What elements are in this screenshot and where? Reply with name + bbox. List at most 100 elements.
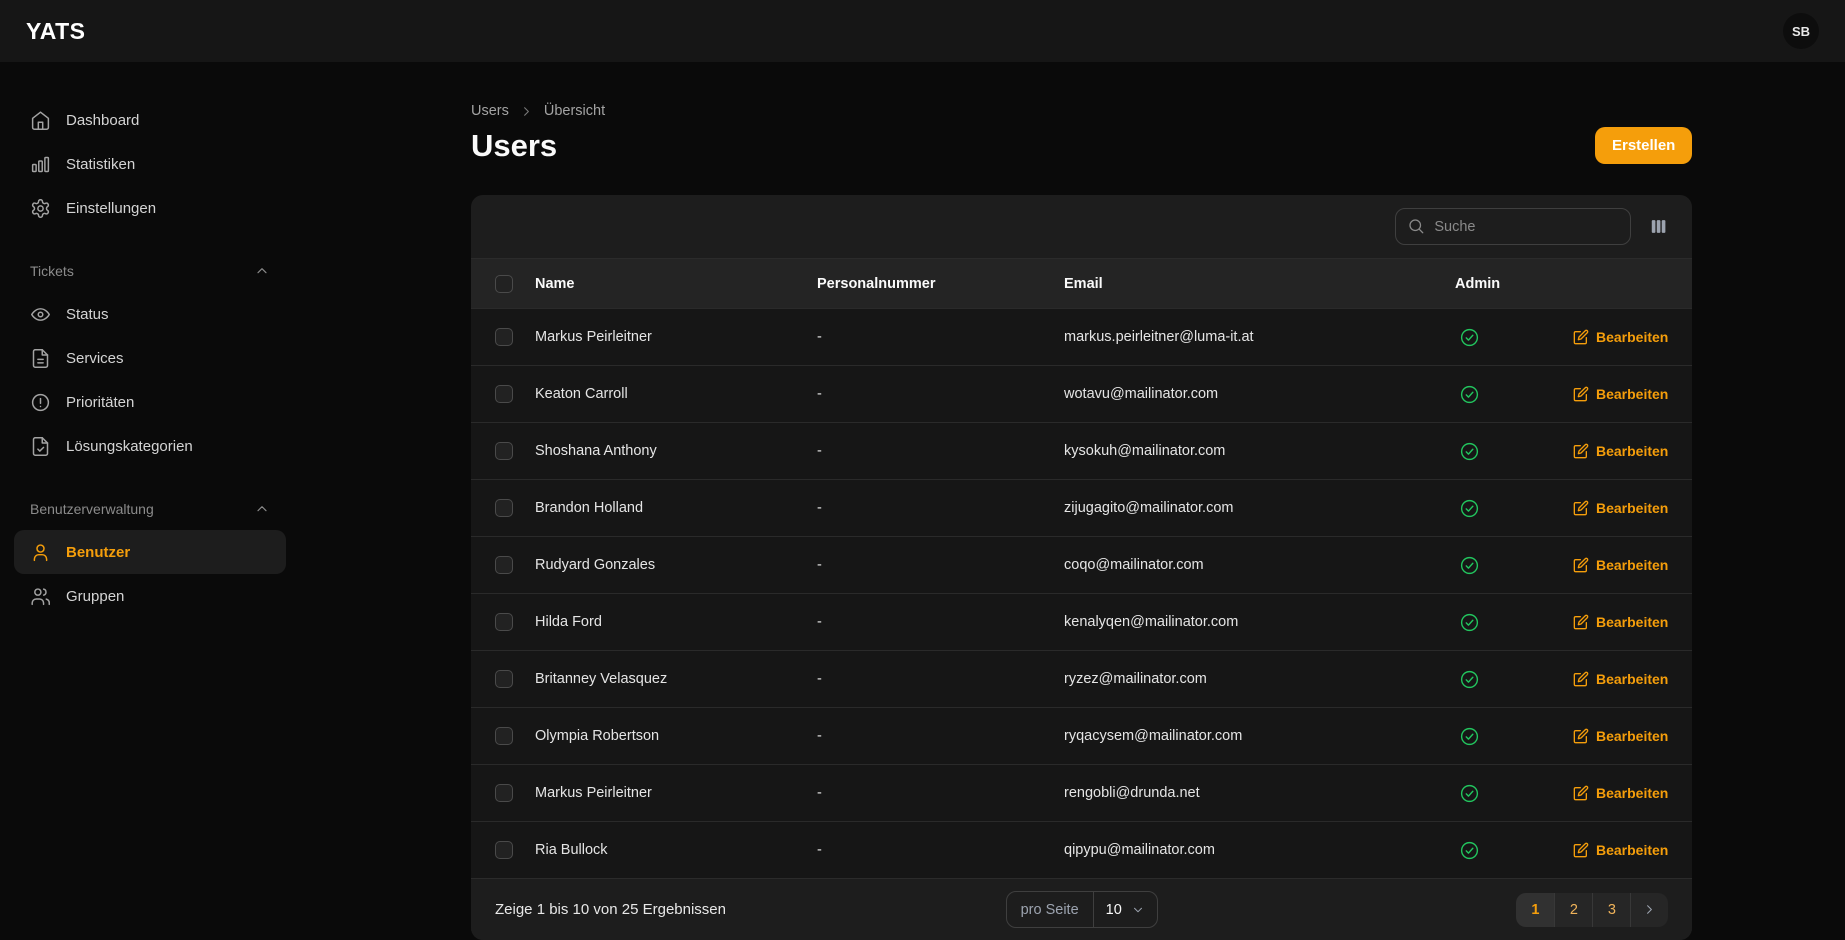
pagination-next-button[interactable] <box>1630 893 1668 927</box>
per-page-select[interactable]: pro Seite 10 <box>1006 891 1158 928</box>
sidebar-item-label: Gruppen <box>66 588 124 605</box>
edit-button[interactable]: Bearbeiten <box>1573 842 1668 858</box>
file-check-icon <box>30 436 51 457</box>
edit-button[interactable]: Bearbeiten <box>1573 671 1668 687</box>
edit-button[interactable]: Bearbeiten <box>1573 728 1668 744</box>
edit-icon <box>1573 785 1589 801</box>
cell-email: coqo@mailinator.com <box>1064 557 1455 573</box>
cell-name: Markus Peirleitner <box>535 785 817 801</box>
row-checkbox[interactable] <box>495 385 513 403</box>
cell-name: Ria Bullock <box>535 842 817 858</box>
check-circle-icon <box>1459 840 1480 861</box>
edit-icon <box>1573 728 1589 744</box>
row-checkbox[interactable] <box>495 328 513 346</box>
topbar: YATS SB <box>0 0 1845 62</box>
edit-button[interactable]: Bearbeiten <box>1573 329 1668 345</box>
chevron-right-icon <box>519 104 534 119</box>
cell-admin <box>1455 783 1573 804</box>
sidebar-item-gruppen[interactable]: Gruppen <box>14 574 286 618</box>
sidebar-item-benutzer[interactable]: Benutzer <box>14 530 286 574</box>
check-circle-icon <box>1459 669 1480 690</box>
cell-name: Rudyard Gonzales <box>535 557 817 573</box>
cell-admin <box>1455 555 1573 576</box>
edit-icon <box>1573 557 1589 573</box>
table-row: Keaton Carroll-wotavu@mailinator.comBear… <box>471 365 1692 422</box>
cell-email: rengobli@drunda.net <box>1064 785 1455 801</box>
edit-label: Bearbeiten <box>1596 842 1668 858</box>
create-button[interactable]: Erstellen <box>1595 127 1692 164</box>
check-circle-icon <box>1459 498 1480 519</box>
table-row: Shoshana Anthony-kysokuh@mailinator.comB… <box>471 422 1692 479</box>
cell-personalnummer: - <box>817 386 1064 402</box>
sidebar-section-tickets[interactable]: Tickets <box>14 254 286 288</box>
file-text-icon <box>30 348 51 369</box>
table-row: Brandon Holland-zijugagito@mailinator.co… <box>471 479 1692 536</box>
sidebar-item-statistiken[interactable]: Statistiken <box>14 142 286 186</box>
edit-button[interactable]: Bearbeiten <box>1573 443 1668 459</box>
cell-name: Olympia Robertson <box>535 728 817 744</box>
search-field <box>1395 208 1631 245</box>
cell-email: ryzez@mailinator.com <box>1064 671 1455 687</box>
search-input[interactable] <box>1395 208 1631 245</box>
edit-button[interactable]: Bearbeiten <box>1573 614 1668 630</box>
edit-button[interactable]: Bearbeiten <box>1573 557 1668 573</box>
pagination-page-3[interactable]: 3 <box>1592 893 1630 927</box>
sidebar-item-services[interactable]: Services <box>14 336 286 380</box>
row-checkbox[interactable] <box>495 613 513 631</box>
edit-icon <box>1573 842 1589 858</box>
sidebar-item-status[interactable]: Status <box>14 292 286 336</box>
sidebar-item-dashboard[interactable]: Dashboard <box>14 98 286 142</box>
gear-icon <box>30 198 51 219</box>
check-circle-icon <box>1459 783 1480 804</box>
row-checkbox[interactable] <box>495 499 513 517</box>
cell-name: Markus Peirleitner <box>535 329 817 345</box>
sidebar-item-label: Einstellungen <box>66 200 156 217</box>
sidebar-item-label: Lösungskategorien <box>66 438 193 455</box>
cell-personalnummer: - <box>817 671 1064 687</box>
select-all-checkbox[interactable] <box>495 275 513 293</box>
results-count-text: Zeige 1 bis 10 von 25 Ergebnissen <box>495 901 726 918</box>
sidebar-item-label: Prioritäten <box>66 394 134 411</box>
column-header-admin: Admin <box>1455 276 1573 292</box>
bar-chart-icon <box>30 154 51 175</box>
cell-name: Hilda Ford <box>535 614 817 630</box>
sidebar-item-label: Dashboard <box>66 112 139 129</box>
edit-button[interactable]: Bearbeiten <box>1573 785 1668 801</box>
edit-icon <box>1573 443 1589 459</box>
sidebar-section-label: Tickets <box>30 263 74 279</box>
cell-name: Brandon Holland <box>535 500 817 516</box>
row-checkbox[interactable] <box>495 556 513 574</box>
cell-email: ryqacysem@mailinator.com <box>1064 728 1455 744</box>
cell-email: qipypu@mailinator.com <box>1064 842 1455 858</box>
column-settings-button[interactable] <box>1649 217 1668 236</box>
table-body: Markus Peirleitner-markus.peirleitner@lu… <box>471 308 1692 878</box>
check-circle-icon <box>1459 384 1480 405</box>
row-checkbox[interactable] <box>495 841 513 859</box>
pagination-page-2[interactable]: 2 <box>1554 893 1592 927</box>
pagination-page-1[interactable]: 1 <box>1516 893 1554 927</box>
edit-button[interactable]: Bearbeiten <box>1573 500 1668 516</box>
row-checkbox[interactable] <box>495 727 513 745</box>
sidebar-item-loesungskategorien[interactable]: Lösungskategorien <box>14 424 286 468</box>
breadcrumb-item-users[interactable]: Users <box>471 103 509 119</box>
cell-name: Shoshana Anthony <box>535 443 817 459</box>
row-checkbox[interactable] <box>495 784 513 802</box>
sidebar-item-einstellungen[interactable]: Einstellungen <box>14 186 286 230</box>
edit-label: Bearbeiten <box>1596 386 1668 402</box>
breadcrumb-item-uebersicht[interactable]: Übersicht <box>544 103 605 119</box>
user-avatar[interactable]: SB <box>1783 13 1819 49</box>
cell-personalnummer: - <box>817 557 1064 573</box>
sidebar-section-benutzerverwaltung[interactable]: Benutzerverwaltung <box>14 492 286 526</box>
edit-button[interactable]: Bearbeiten <box>1573 386 1668 402</box>
sidebar-item-label: Statistiken <box>66 156 135 173</box>
table-toolbar <box>471 195 1692 258</box>
cell-name: Britanney Velasquez <box>535 671 817 687</box>
row-checkbox[interactable] <box>495 442 513 460</box>
cell-personalnummer: - <box>817 728 1064 744</box>
sidebar-item-prioritaeten[interactable]: Prioritäten <box>14 380 286 424</box>
cell-name: Keaton Carroll <box>535 386 817 402</box>
app-logo: YATS <box>26 18 86 45</box>
row-checkbox[interactable] <box>495 670 513 688</box>
edit-icon <box>1573 614 1589 630</box>
cell-admin <box>1455 498 1573 519</box>
